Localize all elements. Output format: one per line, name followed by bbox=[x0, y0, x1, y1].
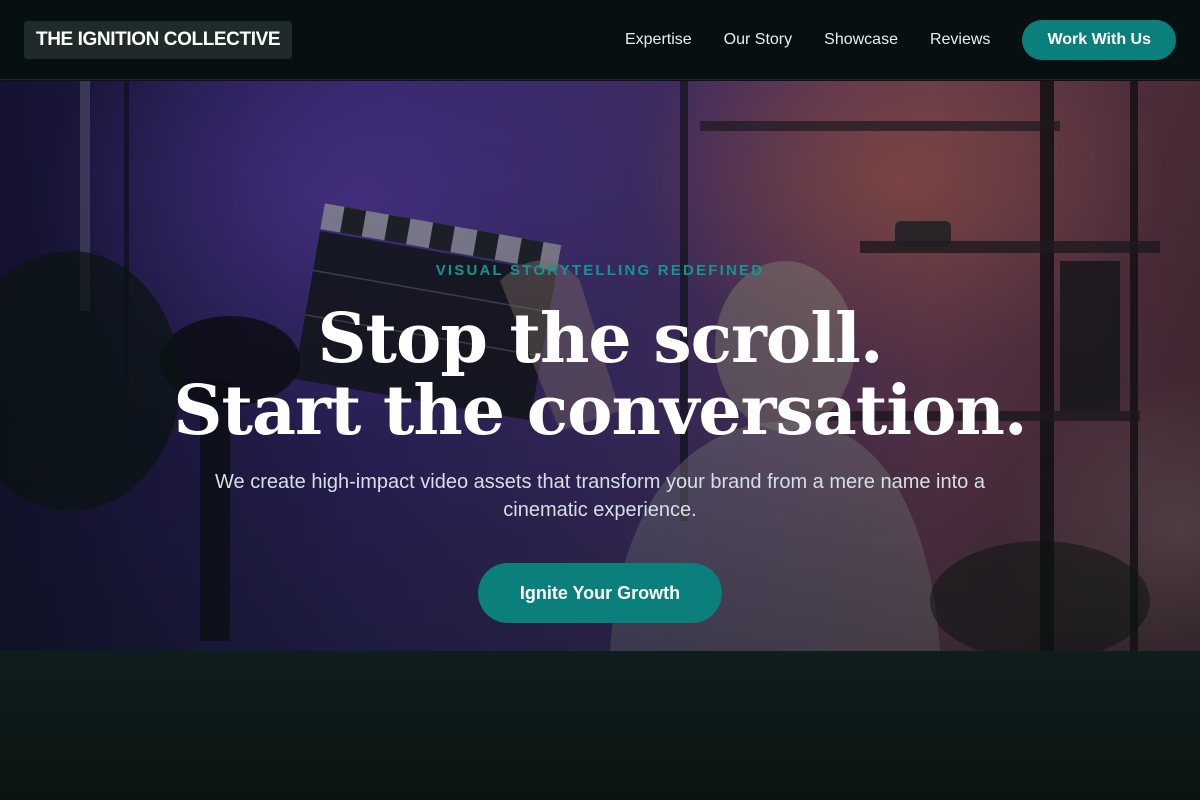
headline-line-1: Stop the scroll. bbox=[317, 299, 883, 379]
site-header: THE IGNITION COLLECTIVE Expertise Our St… bbox=[0, 0, 1200, 80]
hero-section: VISUAL STORYTELLING REDEFINED Stop the s… bbox=[0, 81, 1200, 651]
work-with-us-button[interactable]: Work With Us bbox=[1022, 19, 1176, 60]
hero-subtext: We create high-impact video assets that … bbox=[215, 471, 985, 521]
nav-link-showcase[interactable]: Showcase bbox=[824, 31, 898, 49]
nav-link-our-story[interactable]: Our Story bbox=[724, 31, 792, 49]
headline-line-2: Start the conversation. bbox=[173, 371, 1027, 451]
nav-link-expertise[interactable]: Expertise bbox=[625, 31, 692, 49]
hero-content: VISUAL STORYTELLING REDEFINED Stop the s… bbox=[0, 81, 1200, 651]
main-nav: Expertise Our Story Showcase Reviews Wor… bbox=[625, 19, 1176, 60]
next-section bbox=[0, 651, 1200, 800]
brand-logo[interactable]: THE IGNITION COLLECTIVE bbox=[24, 20, 293, 59]
hero-eyebrow: VISUAL STORYTELLING REDEFINED bbox=[435, 262, 765, 279]
nav-link-reviews[interactable]: Reviews bbox=[930, 31, 990, 49]
ignite-growth-button[interactable]: Ignite Your Growth bbox=[478, 563, 722, 623]
hero-headline: Stop the scroll. Start the conversation. bbox=[0, 303, 1200, 447]
